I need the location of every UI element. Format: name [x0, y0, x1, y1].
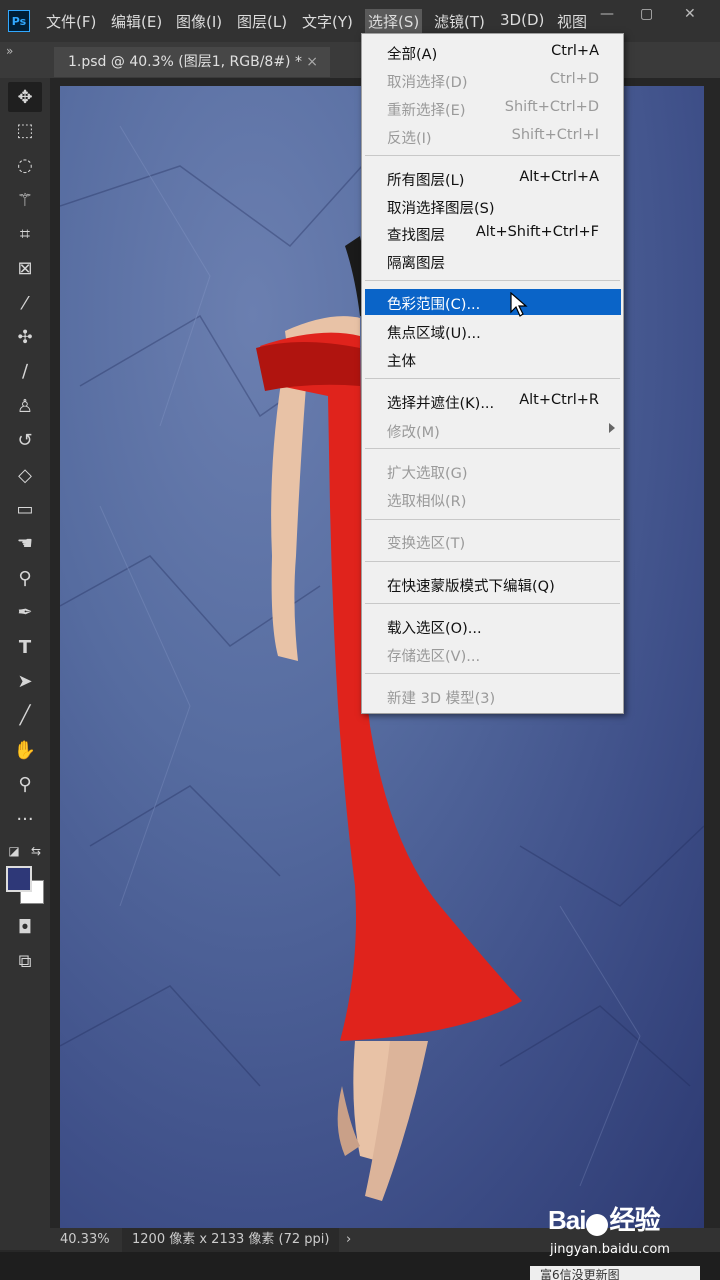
select-menu-dropdown: 全部(A) Ctrl+A 取消选择(D) Ctrl+D 重新选择(E) Shift+C…: [361, 33, 624, 714]
type-tool-icon[interactable]: T: [8, 632, 42, 662]
menu-item-color-range[interactable]: 色彩范围(C)...: [365, 289, 621, 315]
marquee-tool-icon[interactable]: ⬚: [8, 115, 42, 145]
menu-layer[interactable]: 图层(L): [237, 11, 287, 32]
bottom-overlay-tab: 富6信没更新图: [530, 1266, 700, 1280]
move-tool-icon[interactable]: ✥: [8, 82, 42, 112]
minimize-icon[interactable]: —: [600, 6, 614, 22]
menu-image[interactable]: 图像(I): [176, 11, 222, 32]
menu-select[interactable]: 选择(S): [365, 9, 423, 34]
quick-mask-icon[interactable]: ◘: [8, 912, 42, 942]
menu-item-reselect[interactable]: 重新选择(E) Shift+Ctrl+D: [362, 95, 623, 121]
menu-item-save-selection[interactable]: 存储选区(V)...: [362, 641, 623, 667]
mouse-cursor-icon: [510, 292, 528, 317]
menu-item-find-layers[interactable]: 查找图层 Alt+Shift+Ctrl+F: [362, 220, 623, 246]
menu-item-deselect[interactable]: 取消选择(D) Ctrl+D: [362, 67, 623, 93]
menu-separator: [365, 280, 620, 281]
menu-separator: [365, 561, 620, 562]
menu-item-subject[interactable]: 主体: [362, 346, 623, 372]
healing-brush-tool-icon[interactable]: ✣: [8, 322, 42, 352]
document-tab[interactable]: 1.psd @ 40.3% (图层1, RGB/8#) * ×: [54, 47, 330, 77]
eyedropper-tool-icon[interactable]: ⁄: [8, 288, 42, 318]
menu-item-deselect-layers[interactable]: 取消选择图层(S): [362, 193, 623, 219]
history-brush-tool-icon[interactable]: ↺: [8, 425, 42, 455]
menu-separator: [365, 673, 620, 674]
watermark-url: jingyan.baidu.com: [550, 1242, 670, 1257]
menu-item-isolate-layers[interactable]: 隔离图层: [362, 248, 623, 274]
menu-file[interactable]: 文件(F): [46, 11, 96, 32]
lasso-tool-icon[interactable]: ◌: [8, 150, 42, 180]
tab-close-icon[interactable]: ×: [306, 47, 318, 77]
menu-item-select-all[interactable]: 全部(A) Ctrl+A: [362, 39, 623, 65]
menu-separator: [365, 378, 620, 379]
document-tab-title: 1.psd @ 40.3% (图层1, RGB/8#) *: [68, 54, 302, 70]
photoshop-logo: Ps: [8, 10, 30, 32]
dodge-tool-icon[interactable]: ⚲: [8, 563, 42, 593]
menu-type[interactable]: 文字(Y): [302, 11, 353, 32]
menu-separator: [365, 519, 620, 520]
zoom-tool-icon[interactable]: ⚲: [8, 769, 42, 799]
clone-stamp-tool-icon[interactable]: ♙: [8, 391, 42, 421]
maximize-icon[interactable]: ▢: [640, 6, 653, 22]
menu-item-inverse[interactable]: 反选(I) Shift+Ctrl+I: [362, 123, 623, 149]
menu-item-load-selection[interactable]: 载入选区(O)...: [362, 613, 623, 639]
more-tools-icon[interactable]: ···: [8, 804, 42, 834]
magic-wand-tool-icon[interactable]: ⚚: [8, 185, 42, 215]
eraser-tool-icon[interactable]: ◇: [8, 460, 42, 490]
menu-item-grow[interactable]: 扩大选取(G): [362, 458, 623, 484]
menu-item-modify[interactable]: 修改(M): [362, 417, 623, 443]
smudge-tool-icon[interactable]: ☚: [8, 528, 42, 558]
crop-tool-icon[interactable]: ⌗: [8, 219, 42, 249]
swap-colors-icon[interactable]: ⇆: [26, 836, 46, 866]
menu-separator: [365, 603, 620, 604]
menu-item-select-and-mask[interactable]: 选择并遮住(K)... Alt+Ctrl+R: [362, 388, 623, 414]
watermark-brand-left: Bai: [548, 1205, 586, 1235]
line-tool-icon[interactable]: ╱: [8, 700, 42, 730]
close-icon[interactable]: ✕: [684, 6, 696, 22]
menu-3d[interactable]: 3D(D): [500, 11, 544, 29]
menu-separator: [365, 155, 620, 156]
menu-item-transform-selection[interactable]: 变换选区(T): [362, 528, 623, 554]
menu-filter[interactable]: 滤镜(T): [434, 11, 485, 32]
menu-item-all-layers[interactable]: 所有图层(L) Alt+Ctrl+A: [362, 165, 623, 191]
menu-edit[interactable]: 编辑(E): [111, 11, 162, 32]
menu-item-similar[interactable]: 选取相似(R): [362, 486, 623, 512]
menu-item-new-3d-model[interactable]: 新建 3D 模型(3): [362, 683, 623, 709]
baidu-watermark: Bai 经验 jingyan.baidu.com: [548, 1200, 670, 1257]
status-menu-arrow-icon[interactable]: ›: [346, 1232, 351, 1247]
gradient-tool-icon[interactable]: ▭: [8, 494, 42, 524]
screen-mode-icon[interactable]: ⧉: [8, 946, 42, 976]
menu-view[interactable]: 视图: [557, 11, 587, 32]
hand-tool-icon[interactable]: ✋: [8, 735, 42, 765]
menu-item-quick-mask[interactable]: 在快速蒙版模式下编辑(Q): [362, 571, 623, 597]
menu-separator: [365, 448, 620, 449]
foreground-color-swatch[interactable]: [6, 866, 32, 892]
path-selection-tool-icon[interactable]: ➤: [8, 666, 42, 696]
document-dimensions: 1200 像素 x 2133 像素 (72 ppi): [122, 1228, 340, 1252]
baidu-paw-icon: [586, 1213, 609, 1236]
collapse-panels-icon[interactable]: »: [6, 44, 13, 58]
submenu-arrow-icon: [609, 423, 615, 433]
pen-tool-icon[interactable]: ✒: [8, 597, 42, 627]
zoom-level[interactable]: 40.33%: [60, 1232, 110, 1247]
brush-tool-icon[interactable]: ∕: [8, 356, 42, 386]
menu-item-focus-area[interactable]: 焦点区域(U)...: [362, 318, 623, 344]
watermark-brand-right: 经验: [609, 1205, 660, 1235]
default-colors-icon[interactable]: ◪: [4, 836, 24, 866]
frame-tool-icon[interactable]: ⊠: [8, 253, 42, 283]
